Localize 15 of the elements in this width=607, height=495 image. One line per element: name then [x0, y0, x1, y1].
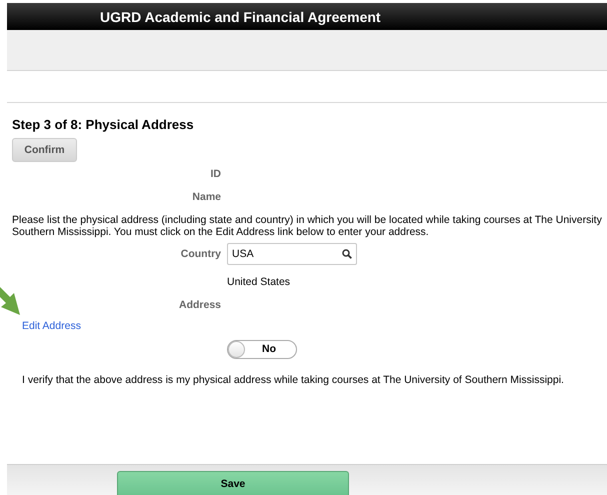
country-description: United States — [227, 276, 290, 288]
edit-address-link[interactable]: Edit Address — [22, 320, 81, 332]
confirm-button[interactable]: Confirm — [12, 138, 77, 162]
verify-toggle[interactable]: No — [227, 340, 297, 358]
step-title: Step 3 of 8: Physical Address — [12, 117, 195, 132]
field-label: Country — [180, 248, 222, 260]
save-button[interactable]: Save — [117, 471, 349, 495]
instructions-text: Please list the physical address (including state and country) in which you will be located while taking courses at The University Southern Mississippi. You must click on the Edit Address link below to enter your address. — [12, 214, 603, 238]
window-title: UGRD Academic and Financial Agreement — [100, 8, 381, 24]
verify-text: I verify that the above address is my physical address while taking courses at The University of Southern Mississippi. — [22, 374, 565, 386]
field-label: Address — [178, 298, 222, 310]
field-label: ID — [210, 168, 222, 180]
country-field[interactable]: USA — [227, 243, 357, 265]
search-icon — [342, 249, 352, 259]
field-label: Name — [191, 190, 222, 202]
